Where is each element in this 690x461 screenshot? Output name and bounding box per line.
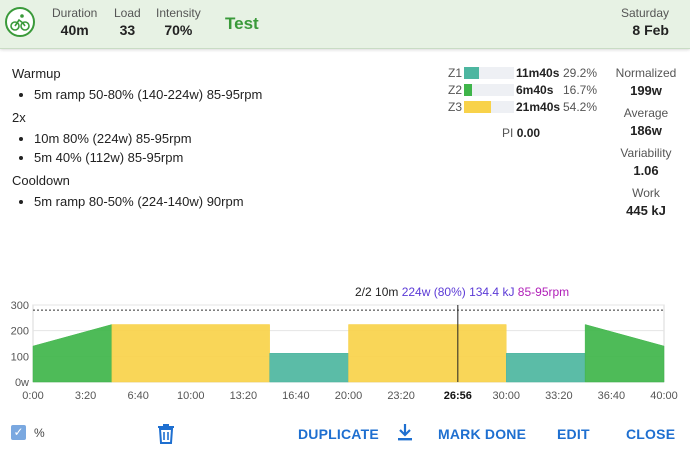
dialog-footer: ✓ % DUPLICATE MARK DONE EDIT CLOSE (0, 418, 690, 461)
chart-segment (111, 324, 270, 383)
hover-step: 2/2 10m (355, 285, 399, 299)
duplicate-button[interactable]: DUPLICATE (298, 426, 379, 442)
load-stat: Load 33 (114, 6, 141, 38)
zone-track (464, 67, 514, 79)
step-section-cooldown: Cooldown 5m ramp 80-50% (224-140w) 90rpm (12, 173, 432, 209)
zone-name: Z3 (448, 100, 463, 114)
workout-date: Saturday 8 Feb (621, 6, 669, 38)
step-item: 5m ramp 80-50% (224-140w) 90rpm (34, 194, 432, 209)
metric-variability: Variability 1.06 (612, 146, 680, 178)
edit-button[interactable]: EDIT (557, 426, 590, 442)
hover-power: 224w (80%) (401, 285, 466, 299)
pi-label: PI (502, 126, 514, 140)
duration-stat: Duration 40m (52, 6, 97, 38)
metric-label: Work (632, 186, 660, 200)
delete-button[interactable] (156, 423, 176, 450)
mark-done-button[interactable]: MARK DONE (438, 426, 526, 442)
download-icon (398, 424, 412, 441)
zone-time: 21m40s (516, 100, 561, 114)
chart-x-tick: 23:20 (387, 390, 415, 402)
step-item: 5m ramp 50-80% (140-224w) 85-95rpm (34, 87, 432, 102)
pi-stat: PI 0.00 (502, 126, 540, 140)
chart-segment (506, 353, 586, 383)
workout-header: Duration 40m Load 33 Intensity 70% Test … (0, 0, 690, 49)
chart-hover-info: 2/2 10m 224w (80%) 134.4 kJ 85-95rpm (355, 285, 569, 299)
zone-track (464, 101, 514, 113)
zone-percent: 16.7% (563, 83, 598, 97)
download-button[interactable] (396, 423, 414, 448)
zone-name: Z1 (448, 66, 463, 80)
metric-label: Average (623, 106, 669, 120)
metric-average: Average 186w (612, 106, 680, 138)
step-item: 10m 80% (224w) 85-95rpm (34, 131, 432, 146)
zone-percent: 54.2% (563, 100, 598, 114)
hover-cadence: 85-95rpm (517, 285, 570, 299)
metric-work: Work 445 kJ (612, 186, 680, 218)
zone-track (464, 84, 514, 96)
chart-y-tick: 300 (11, 300, 29, 312)
zone-distribution: Z1 11m40s 29.2% Z2 6m40s 16.7% Z3 21m40s… (444, 65, 604, 116)
metric-value: 199w (630, 83, 662, 98)
zone-row-z1: Z1 11m40s 29.2% (444, 65, 604, 82)
zone-row-z2: Z2 6m40s 16.7% (444, 82, 604, 99)
chart-x-tick: 16:40 (282, 390, 310, 402)
workout-date-value: 8 Feb (632, 22, 669, 38)
metric-value: 1.06 (633, 163, 659, 178)
percent-checkbox-label: % (34, 426, 45, 440)
step-item: 5m 40% (112w) 85-95rpm (34, 150, 432, 165)
chart-x-tick: 13:20 (230, 390, 258, 402)
trash-icon (158, 424, 174, 444)
percent-checkbox[interactable]: ✓ (11, 425, 26, 440)
workout-power-chart[interactable]: 0w 100 200 300 0:00 3:20 6:40 10:00 13:20 16:40 20… (0, 300, 690, 408)
zone-bar (464, 67, 479, 79)
intensity-value: 70% (164, 22, 193, 38)
chart-segment (269, 353, 349, 383)
chart-x-tick: 0:00 (22, 390, 43, 402)
step-heading: Cooldown (12, 173, 70, 188)
load-label: Load (114, 6, 141, 20)
duration-label: Duration (52, 6, 98, 20)
metric-value: 186w (630, 123, 662, 138)
cyclist-icon (5, 7, 35, 37)
zone-bar (464, 101, 492, 113)
pi-value: 0.00 (516, 126, 541, 140)
workout-day: Saturday (620, 6, 669, 20)
workout-metrics: Normalized 199w Average 186w Variability… (612, 66, 680, 226)
step-section-repeat: 2x 10m 80% (224w) 85-95rpm 5m 40% (112w)… (12, 110, 432, 165)
chart-x-tick: 3:20 (75, 390, 96, 402)
zone-percent: 29.2% (563, 66, 598, 80)
chart-y-tick: 0w (15, 377, 29, 389)
step-heading: 2x (12, 110, 26, 125)
intensity-label: Intensity (156, 6, 201, 20)
workout-steps: Warmup 5m ramp 50-80% (140-224w) 85-95rp… (12, 66, 432, 217)
metric-label: Normalized (615, 66, 677, 80)
step-heading: Warmup (12, 66, 61, 81)
chart-x-tick: 20:00 (335, 390, 363, 402)
chart-y-tick: 200 (11, 326, 29, 338)
chart-y-tick: 100 (11, 351, 29, 363)
chart-x-tick: 33:20 (545, 390, 573, 402)
chart-x-tick: 36:40 (598, 390, 626, 402)
zone-time: 11m40s (516, 66, 560, 80)
chart-x-tick: 10:00 (177, 390, 205, 402)
workout-title: Test (225, 14, 259, 33)
chart-x-tick: 30:00 (492, 390, 520, 402)
intensity-stat: Intensity 70% (156, 6, 201, 38)
zone-time: 6m40s (516, 83, 554, 97)
metric-value: 445 kJ (626, 203, 666, 218)
chart-x-tick: 6:40 (127, 390, 148, 402)
chart-x-tick: 26:56 (444, 390, 472, 402)
duration-value: 40m (60, 22, 89, 38)
zone-row-z3: Z3 21m40s 54.2% (444, 99, 604, 116)
chart-x-tick: 40:00 (650, 390, 678, 402)
close-button[interactable]: CLOSE (626, 426, 675, 442)
metric-label: Variability (620, 146, 672, 160)
metric-normalized: Normalized 199w (612, 66, 680, 98)
zone-bar (464, 84, 473, 96)
zone-name: Z2 (448, 83, 463, 97)
step-section-warmup: Warmup 5m ramp 50-80% (140-224w) 85-95rp… (12, 66, 432, 102)
chart-segment (348, 324, 507, 383)
hover-work: 134.4 kJ (469, 285, 515, 299)
load-value: 33 (119, 22, 136, 38)
